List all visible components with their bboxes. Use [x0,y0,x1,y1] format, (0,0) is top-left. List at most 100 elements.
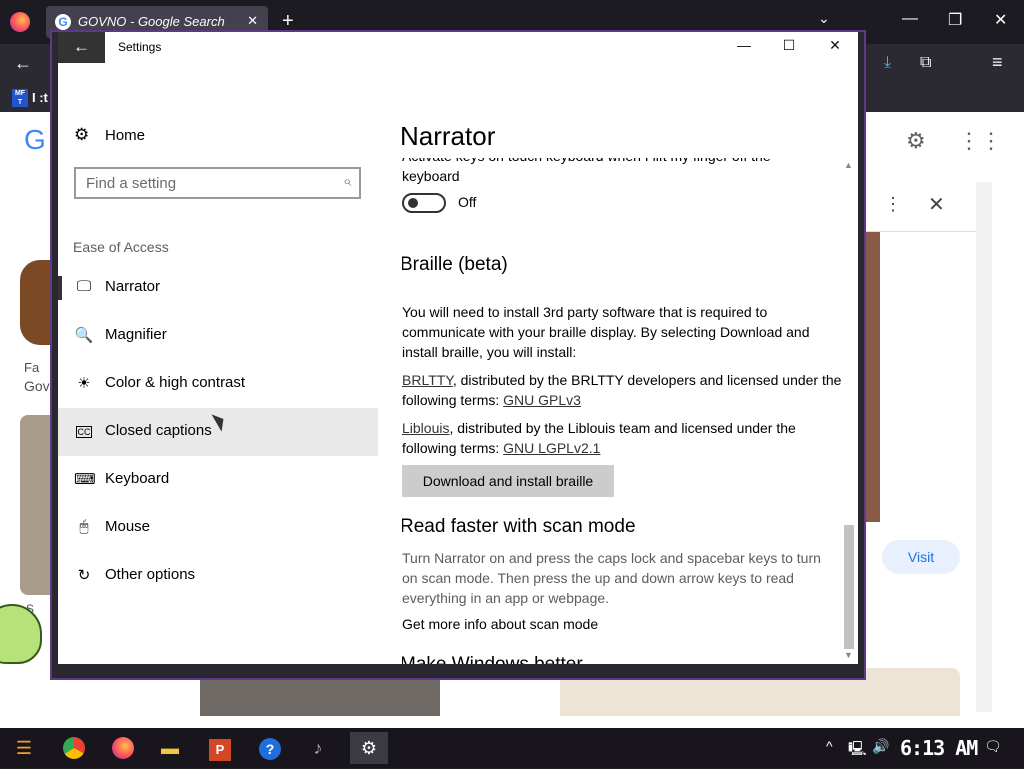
section-heading: Ease of Access [73,239,169,255]
result-title[interactable]: Gov [24,378,50,394]
sidebar-item-other-options[interactable]: ↻ Other options [58,552,378,600]
refresh-icon: ↻ [77,567,91,584]
network-icon[interactable]: 🖳 [848,738,867,762]
scan-mode-description: Turn Narrator on and press the caps lock… [402,550,821,606]
download-icon[interactable]: ⤓ [884,54,891,72]
tab-close-icon[interactable]: ✕ [247,13,258,29]
scrollbar-thumb[interactable] [844,525,854,649]
help-icon[interactable]: ? [254,732,286,764]
clipped-setting-text: Activate keys on touch keyboard when I l… [402,158,822,166]
captions-icon: CC [76,426,92,438]
firefox-icon[interactable] [107,732,139,764]
bookmark-label[interactable]: I :t [32,90,48,105]
sidebar-item-label: Keyboard [105,470,170,487]
maximize-button[interactable]: ☐ [774,37,804,54]
toggle-knob [408,198,418,208]
sidebar-item-narrator[interactable]: 🖵 Narrator [58,264,378,312]
sidebar-item-label: Color & high contrast [105,374,246,391]
settings-icon[interactable]: ⚙ [350,732,388,764]
side-panel-header: ⋮ ✕ [866,182,978,232]
volume-icon[interactable]: 🔊 [872,738,889,755]
google-logo[interactable]: G [24,124,46,156]
browser-close-button[interactable]: ✕ [994,10,1007,30]
file-explorer-icon[interactable]: ▬ [154,732,186,764]
settings-title-bar: ← Settings — ☐ ✕ [58,32,858,63]
home-gear-icon: ⚙ [74,125,90,144]
scroll-up-icon[interactable]: ▲ [844,160,853,170]
menu-icon[interactable]: ≡ [992,52,1003,73]
start-icon[interactable]: ☰ [8,732,40,764]
puzzle-icon[interactable]: ⧉ [920,54,931,72]
google-favicon-icon: G [55,14,71,30]
new-tab-button[interactable]: + [282,10,294,33]
firefox-logo-icon [10,12,30,32]
sidebar-item-label: Other options [105,566,196,583]
content-scrollbar[interactable]: ▲ ▼ [842,158,856,664]
search-icon[interactable]: ⌕ [343,173,351,190]
more-options-icon[interactable]: ⋮ [884,194,902,215]
notifications-icon[interactable]: 🗨 [984,738,1002,755]
browser-minimize-button[interactable]: — [902,10,918,28]
visit-button[interactable]: Visit [882,540,960,574]
sidebar-item-keyboard[interactable]: ⌨ Keyboard [58,456,378,504]
brltty-paragraph: BRLTTY, distributed by the BRLTTY develo… [402,370,842,410]
brltty-text: , distributed by the BRLTTY developers a… [402,372,842,408]
close-button[interactable]: ✕ [820,37,850,54]
liblouis-paragraph: Liblouis, distributed by the Liblouis te… [402,418,832,458]
mouse-icon: 🖱 [79,518,89,535]
browser-restore-button[interactable]: ❐ [948,10,962,30]
touch-keyboard-toggle[interactable] [402,193,446,213]
liblouis-link[interactable]: Liblouis [402,420,449,436]
gplv3-link[interactable]: GNU GPLv3 [503,392,581,408]
make-windows-better-heading: Make Windows better [402,654,583,664]
scan-mode-link[interactable]: Get more info about scan mode [402,614,598,634]
taskbar-clock[interactable]: 6:13 AM [900,736,978,760]
bookmark-icon[interactable]: MF T [12,89,28,107]
settings-client: ⚙ Home Find a setting ⌕ Ease of Access 🖵… [58,63,858,664]
page-scrollbar[interactable] [976,182,992,712]
result-source[interactable]: Fa [24,360,39,375]
sidebar-item-mouse[interactable]: 🖱 Mouse [58,504,378,552]
download-braille-button[interactable]: Download and install braille [402,465,614,497]
back-button[interactable]: ← [58,32,105,63]
sidebar-item-label: Narrator [105,278,161,295]
sidebar-item-label: Mouse [105,518,151,535]
tab-title: GOVNO - Google Search [78,14,225,29]
sidebar-item-magnifier[interactable]: 🔍 Magnifier [58,312,378,360]
tray-chevron-icon[interactable]: ^ [826,738,833,754]
narrator-icon: 🖵 [76,278,92,295]
chrome-icon[interactable] [58,732,90,764]
sidebar-item-color-contrast[interactable]: ☀ Color & high contrast [58,360,378,408]
page-title: Narrator [400,121,496,151]
lgplv2-link[interactable]: GNU LGPLv2.1 [503,440,600,456]
app-icon[interactable]: ♪ [302,732,334,764]
sidebar-item-label: Closed captions [105,422,212,439]
window-title: Settings [118,40,162,54]
brightness-icon: ☀ [77,375,91,392]
google-apps-icon[interactable]: ⋮⋮ [958,128,1002,154]
clipped-setting-text-2: keyboard [402,168,460,184]
scan-mode-heading: Read faster with scan mode [402,516,636,537]
toggle-state-label: Off [458,194,477,210]
magnifier-icon: 🔍 [74,327,94,344]
content-pane: Activate keys on touch keyboard when I l… [402,158,842,664]
google-settings-icon[interactable]: ⚙ [906,128,926,154]
brltty-link[interactable]: BRLTTY [402,372,453,388]
browser-back-icon[interactable]: ← [14,53,32,74]
powerpoint-icon[interactable]: P [204,732,236,764]
braille-heading: Braille (beta) [402,254,508,275]
panel-close-icon[interactable]: ✕ [928,192,945,217]
preview-image [866,232,880,522]
result-thumbnail-2[interactable] [20,415,56,595]
search-input[interactable]: Find a setting ⌕ [74,167,361,199]
keyboard-icon: ⌨ [74,471,96,488]
sidebar-item-label: Magnifier [105,326,167,343]
braille-description: You will need to install 3rd party softw… [402,304,810,360]
list-tabs-icon[interactable]: ⌄ [818,10,830,27]
scroll-down-icon[interactable]: ▼ [844,650,853,660]
minimize-button[interactable]: — [729,37,759,53]
settings-window: ← Settings — ☐ ✕ ⚙ Home Find a setting ⌕… [52,32,864,678]
home-label: Home [105,127,146,144]
taskbar: ☰ ▬ P ? ♪ ⚙ ^ 🖳 🔊 6:13 AM 🗨 [0,728,1024,768]
search-placeholder: Find a setting [86,175,177,192]
